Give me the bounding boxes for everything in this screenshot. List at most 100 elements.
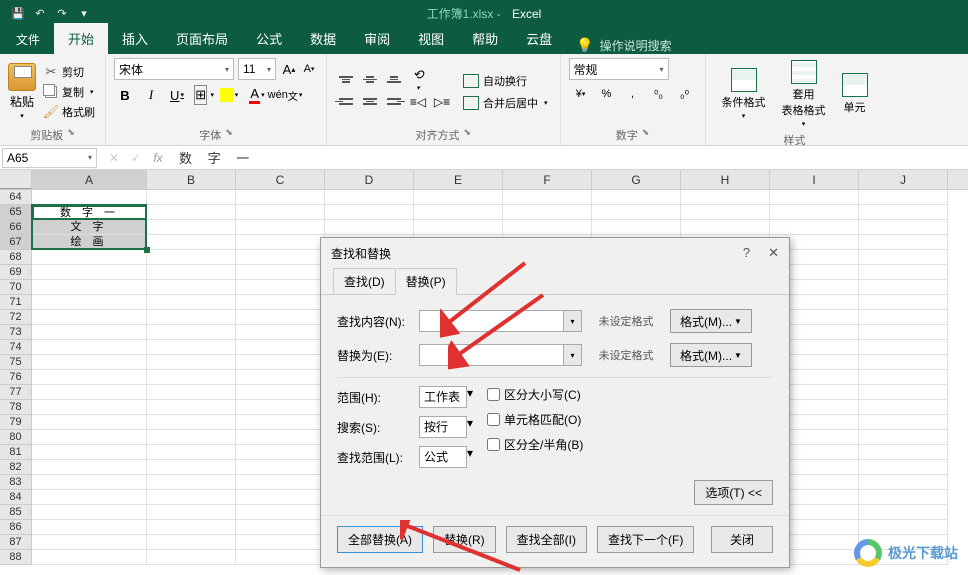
underline-button[interactable]: U▾ — [166, 84, 188, 106]
replace-button[interactable]: 替换(R) — [433, 526, 496, 553]
cell[interactable] — [414, 220, 503, 235]
row-header[interactable]: 73 — [0, 325, 31, 340]
find-history-button[interactable]: ▾ — [564, 310, 582, 332]
undo-icon[interactable]: ↶ — [32, 5, 48, 21]
cell[interactable] — [236, 505, 325, 520]
tab-home[interactable]: 开始 — [54, 23, 108, 54]
tab-find[interactable]: 查找(D) — [333, 268, 396, 295]
row-header[interactable]: 71 — [0, 295, 31, 310]
cell[interactable] — [859, 460, 948, 475]
fx-icon[interactable]: fx — [149, 151, 167, 165]
cell[interactable] — [236, 265, 325, 280]
cell[interactable] — [236, 355, 325, 370]
cell[interactable] — [859, 340, 948, 355]
increase-indent-button[interactable]: ▷≡ — [431, 92, 453, 112]
cell[interactable] — [147, 220, 236, 235]
cell[interactable] — [503, 220, 592, 235]
cell[interactable] — [325, 190, 414, 205]
cell[interactable] — [236, 325, 325, 340]
align-middle-button[interactable] — [359, 70, 381, 90]
cell[interactable] — [859, 385, 948, 400]
decrease-font-button[interactable]: A▾ — [300, 60, 318, 78]
cell[interactable] — [414, 205, 503, 220]
cell[interactable] — [236, 535, 325, 550]
cell[interactable] — [236, 280, 325, 295]
cell[interactable] — [147, 520, 236, 535]
increase-decimal-button[interactable]: ⁰₀ — [647, 84, 671, 104]
cell[interactable] — [859, 400, 948, 415]
cell[interactable]: 文 字 — [32, 220, 147, 235]
cell[interactable] — [859, 355, 948, 370]
cell[interactable]: 数 字 一 — [32, 205, 147, 220]
cell[interactable] — [147, 475, 236, 490]
column-header[interactable]: H — [681, 170, 770, 189]
cell[interactable] — [236, 445, 325, 460]
row-header[interactable]: 67 — [0, 235, 31, 250]
cell[interactable] — [147, 550, 236, 565]
border-button[interactable]: ⊞▾ — [192, 84, 214, 106]
cell[interactable] — [236, 415, 325, 430]
options-toggle-button[interactable]: 选项(T) << — [694, 480, 773, 505]
row-header[interactable]: 81 — [0, 445, 31, 460]
cell[interactable] — [770, 220, 859, 235]
find-all-button[interactable]: 查找全部(I) — [506, 526, 587, 553]
column-header[interactable]: G — [592, 170, 681, 189]
font-size-combo[interactable]: 11▾ — [238, 58, 276, 80]
cell[interactable] — [859, 250, 948, 265]
cell[interactable] — [770, 190, 859, 205]
decrease-indent-button[interactable]: ≡◁ — [407, 92, 429, 112]
cell[interactable] — [592, 190, 681, 205]
cell[interactable] — [32, 295, 147, 310]
italic-button[interactable]: I — [140, 84, 162, 106]
cell[interactable] — [147, 280, 236, 295]
comma-button[interactable]: , — [621, 84, 645, 104]
cell[interactable] — [859, 370, 948, 385]
cell[interactable] — [147, 190, 236, 205]
font-name-combo[interactable]: 宋体▾ — [114, 58, 234, 80]
cell[interactable] — [236, 205, 325, 220]
cell[interactable] — [859, 475, 948, 490]
tab-review[interactable]: 审阅 — [350, 23, 404, 54]
column-header[interactable]: J — [859, 170, 948, 189]
cell[interactable] — [147, 355, 236, 370]
cell[interactable] — [859, 280, 948, 295]
redo-icon[interactable]: ↷ — [54, 5, 70, 21]
row-header[interactable]: 87 — [0, 535, 31, 550]
cell[interactable] — [32, 370, 147, 385]
cell[interactable] — [32, 535, 147, 550]
row-header[interactable]: 78 — [0, 400, 31, 415]
cell[interactable] — [236, 310, 325, 325]
cell[interactable] — [32, 340, 147, 355]
cell[interactable] — [147, 445, 236, 460]
alignment-launcher-icon[interactable]: ⬊ — [463, 127, 471, 143]
cell[interactable] — [236, 490, 325, 505]
cell[interactable] — [859, 415, 948, 430]
cell[interactable] — [147, 265, 236, 280]
cell[interactable] — [859, 445, 948, 460]
qat-more-icon[interactable]: ▾ — [76, 5, 92, 21]
cell[interactable] — [681, 205, 770, 220]
cell[interactable] — [147, 310, 236, 325]
cell[interactable] — [236, 295, 325, 310]
cell[interactable] — [592, 205, 681, 220]
cell[interactable] — [236, 460, 325, 475]
match-entire-checkbox[interactable] — [487, 413, 500, 426]
font-color-button[interactable]: A▾ — [244, 84, 270, 106]
column-header[interactable]: E — [414, 170, 503, 189]
align-left-button[interactable] — [335, 92, 357, 112]
number-format-combo[interactable]: 常规▾ — [569, 58, 669, 80]
cell[interactable] — [325, 205, 414, 220]
row-header[interactable]: 83 — [0, 475, 31, 490]
bold-button[interactable]: B — [114, 84, 136, 106]
dialog-close-button[interactable]: ✕ — [768, 245, 779, 261]
row-header[interactable]: 79 — [0, 415, 31, 430]
find-next-button[interactable]: 查找下一个(F) — [597, 526, 694, 553]
column-header[interactable]: A — [32, 170, 147, 189]
row-header[interactable]: 66 — [0, 220, 31, 235]
cell[interactable] — [147, 325, 236, 340]
copy-button[interactable]: 复制▾ — [42, 83, 97, 101]
cell[interactable] — [32, 490, 147, 505]
cell[interactable] — [32, 280, 147, 295]
column-header[interactable]: C — [236, 170, 325, 189]
row-header[interactable]: 74 — [0, 340, 31, 355]
